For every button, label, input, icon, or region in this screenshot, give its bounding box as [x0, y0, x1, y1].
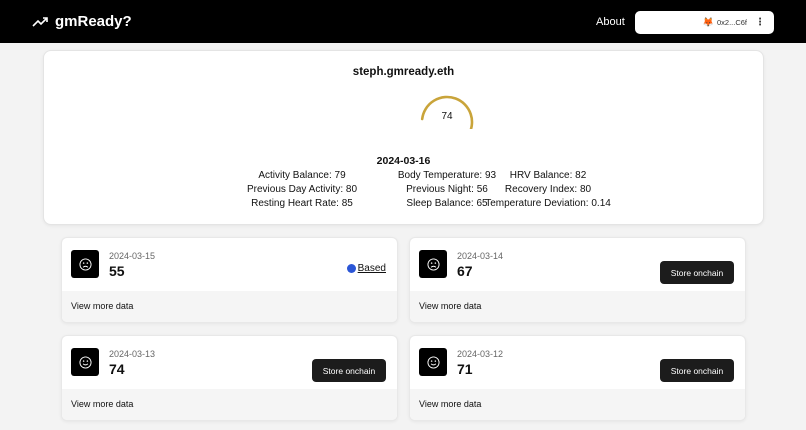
view-more-label: View more data: [419, 301, 482, 311]
based-label: Based: [357, 263, 386, 274]
more-options-icon[interactable]: ⋮: [755, 17, 765, 28]
card-score: 67: [457, 263, 473, 279]
metrics-column-3: HRV Balance: 82 Recovery Index: 80 Tempe…: [448, 169, 648, 211]
view-more-label: View more data: [71, 399, 134, 409]
store-onchain-button[interactable]: Store onchain: [660, 261, 734, 284]
card-date: 2024-03-14: [457, 251, 504, 261]
readiness-gauge: [420, 95, 474, 129]
smile-face-icon: [71, 348, 99, 376]
trending-up-icon: [32, 16, 48, 27]
view-more-label: View more data: [419, 399, 482, 409]
metric-temperature-deviation: Temperature Deviation: 0.14: [485, 198, 611, 209]
card-score: 74: [109, 361, 125, 377]
based-link[interactable]: Based: [346, 263, 386, 274]
metric-hrv-balance: HRV Balance: 82: [509, 170, 587, 181]
wallet-address: 0x2...C6f: [716, 18, 747, 27]
view-more-data-link[interactable]: View more data: [410, 291, 745, 322]
card-date: 2024-03-12: [457, 349, 504, 359]
wallet-button[interactable]: 🦊 0x2...C6f ⋮: [635, 11, 774, 34]
store-onchain-button[interactable]: Store onchain: [312, 359, 386, 382]
day-card: 2024-03-12 71 Store onchain View more da…: [409, 335, 746, 421]
card-date: 2024-03-13: [109, 349, 156, 359]
summary-date: 2024-03-16: [376, 155, 431, 167]
top-nav: gmReady? About 🦊 0x2...C6f ⋮: [0, 0, 806, 43]
base-logo-icon: [346, 264, 356, 273]
day-card: 2024-03-14 67 Store onchain View more da…: [409, 237, 746, 323]
sad-face-icon: [71, 250, 99, 278]
smile-face-icon: [419, 348, 447, 376]
view-more-data-link[interactable]: View more data: [410, 389, 745, 420]
store-onchain-button[interactable]: Store onchain: [660, 359, 734, 382]
view-more-data-link[interactable]: View more data: [62, 291, 397, 322]
card-date: 2024-03-15: [109, 251, 156, 261]
readiness-summary-card: steph.gmready.eth 74 2024-03-16 Activity…: [43, 50, 764, 225]
metamask-fox-icon: 🦊: [702, 17, 714, 27]
view-more-label: View more data: [71, 301, 134, 311]
about-link[interactable]: About: [596, 16, 625, 28]
readiness-score: 74: [441, 111, 453, 122]
brand-link[interactable]: gmReady?: [32, 13, 132, 30]
sad-face-icon: [419, 250, 447, 278]
metric-recovery-index: Recovery Index: 80: [504, 184, 592, 195]
view-more-data-link[interactable]: View more data: [62, 389, 397, 420]
ens-name: steph.gmready.eth: [352, 66, 455, 78]
card-score: 55: [109, 263, 125, 279]
card-score: 71: [457, 361, 473, 377]
brand-name: gmReady?: [55, 13, 132, 30]
day-card: 2024-03-13 74 Store onchain View more da…: [61, 335, 398, 421]
day-card: 2024-03-15 55 Based View more data: [61, 237, 398, 323]
